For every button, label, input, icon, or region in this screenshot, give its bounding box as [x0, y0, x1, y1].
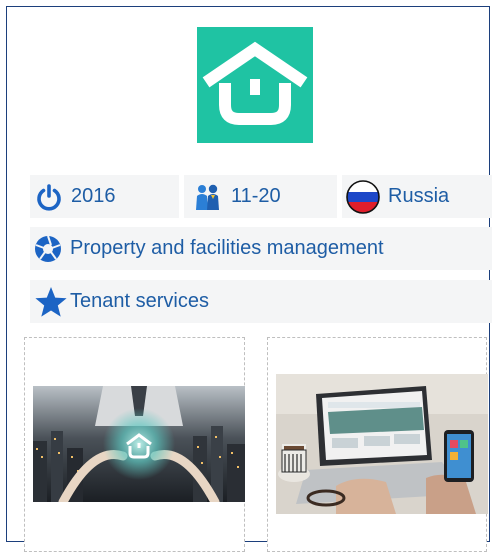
aperture-icon — [34, 235, 62, 263]
frame-divider — [244, 541, 268, 542]
employee-range: 11-20 — [231, 185, 281, 207]
star-icon — [34, 286, 68, 318]
russia-flag-icon — [346, 179, 380, 214]
company-logo — [197, 27, 313, 143]
power-icon — [35, 183, 63, 211]
founded-year-pill: 2016 — [30, 175, 179, 218]
house-u-logo-icon — [202, 41, 308, 125]
laptop-website-image[interactable] — [276, 374, 488, 514]
media-card[interactable] — [267, 337, 488, 552]
city-hologram-image[interactable] — [33, 386, 245, 502]
employees-pill: 11-20 — [184, 175, 337, 218]
country-name: Russia — [388, 185, 450, 207]
subcategory-label: Tenant services — [70, 290, 209, 312]
frame-divider — [6, 541, 25, 542]
country-pill: Russia — [342, 175, 492, 218]
people-icon — [193, 183, 223, 211]
category-pill: Property and facilities management — [30, 227, 492, 270]
founded-year: 2016 — [71, 185, 116, 207]
category-label: Property and facilities management — [70, 237, 384, 259]
subcategory-pill: Tenant services — [30, 280, 492, 323]
media-card[interactable] — [24, 337, 245, 552]
